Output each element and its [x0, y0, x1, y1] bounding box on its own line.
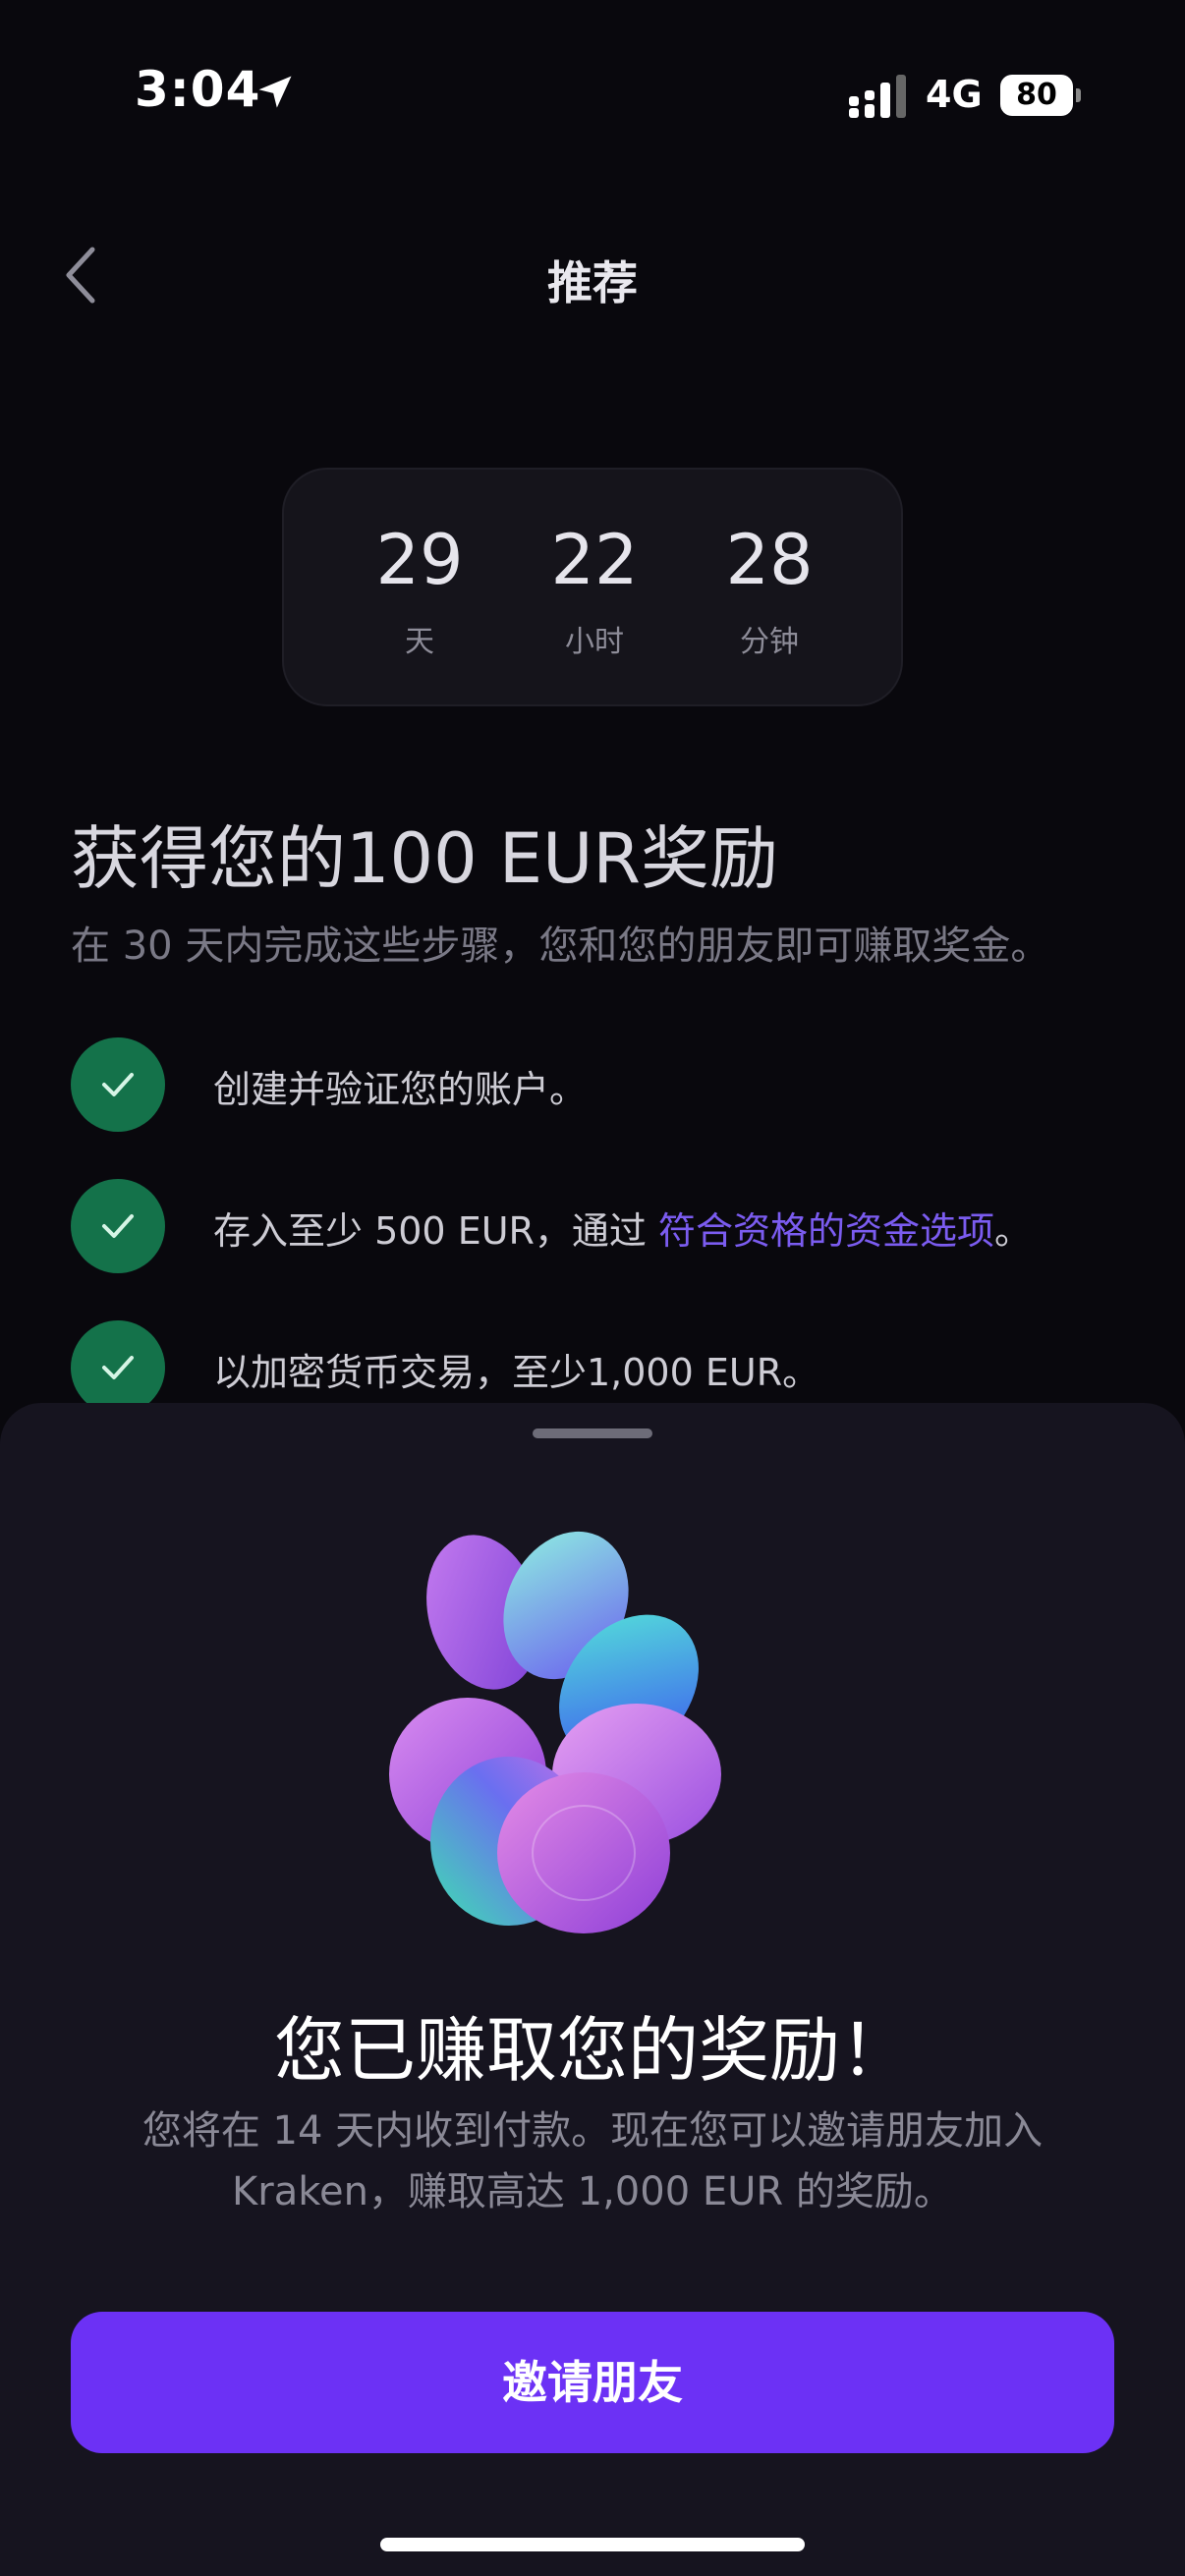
- countdown-hours: 22 小时: [506, 521, 683, 660]
- step-text: 以加密货币交易，至少1,000 EUR。: [213, 1351, 820, 1394]
- reward-subtitle: 在 30 天内完成这些步骤，您和您的朋友即可赚取奖金。: [71, 924, 1050, 969]
- countdown-timer: 29 天 22 小时 28 分钟: [282, 468, 903, 706]
- step-text-prefix: 存入至少 500 EUR，通过: [213, 1209, 658, 1253]
- eligible-funding-options-link[interactable]: 符合资格的资金选项: [658, 1209, 994, 1253]
- check-circle-icon: [71, 1037, 165, 1132]
- countdown-days-label: 天: [405, 625, 434, 659]
- countdown-hours-label: 小时: [565, 625, 624, 659]
- check-circle-icon: [71, 1179, 165, 1273]
- countdown-minutes-label: 分钟: [740, 625, 799, 659]
- step-item: 创建并验证您的账户。: [71, 1037, 1152, 1132]
- sheet-drag-handle[interactable]: [533, 1428, 652, 1438]
- countdown-minutes-value: 28: [725, 520, 814, 600]
- countdown-days-value: 29: [375, 520, 464, 600]
- location-arrow-icon: [258, 76, 292, 108]
- step-text: 创建并验证您的账户。: [213, 1068, 588, 1111]
- status-bar: 3:04 4G 80: [0, 0, 1185, 187]
- signal-icon: [849, 75, 906, 118]
- network-type: 4G: [926, 73, 983, 116]
- page-title: 推荐: [547, 256, 638, 309]
- step-text: 存入至少 500 EUR，通过 符合资格的资金选项。: [213, 1201, 1032, 1255]
- step-item: 存入至少 500 EUR，通过 符合资格的资金选项。: [71, 1179, 1152, 1273]
- coins-illustration: [389, 1531, 721, 1933]
- battery-icon: 80: [1000, 75, 1081, 116]
- check-circle-icon: [71, 1320, 165, 1415]
- status-time: 3:04: [135, 61, 261, 118]
- step-text-suffix: 。: [994, 1209, 1033, 1253]
- step-item: 以加密货币交易，至少1,000 EUR。: [71, 1320, 1152, 1415]
- reward-earned-description: 您将在 14 天内收到付款。现在您可以邀请朋友加入 Kraken，赚取高达 1,…: [141, 2108, 1044, 2214]
- invite-friends-button[interactable]: 邀请朋友: [71, 2312, 1114, 2453]
- countdown-days: 29 天: [331, 521, 508, 660]
- reward-earned-title: 您已赚取您的奖励！: [273, 2009, 911, 2092]
- reward-earned-sheet: 您已赚取您的奖励！ 您将在 14 天内收到付款。现在您可以邀请朋友加入 Krak…: [0, 1403, 1185, 2576]
- battery-level: 80: [1016, 78, 1057, 112]
- home-indicator[interactable]: [380, 2538, 805, 2551]
- countdown-minutes: 28 分钟: [681, 521, 858, 660]
- countdown-hours-value: 22: [550, 520, 639, 600]
- reward-heading: 获得您的100 EUR奖励: [71, 818, 778, 899]
